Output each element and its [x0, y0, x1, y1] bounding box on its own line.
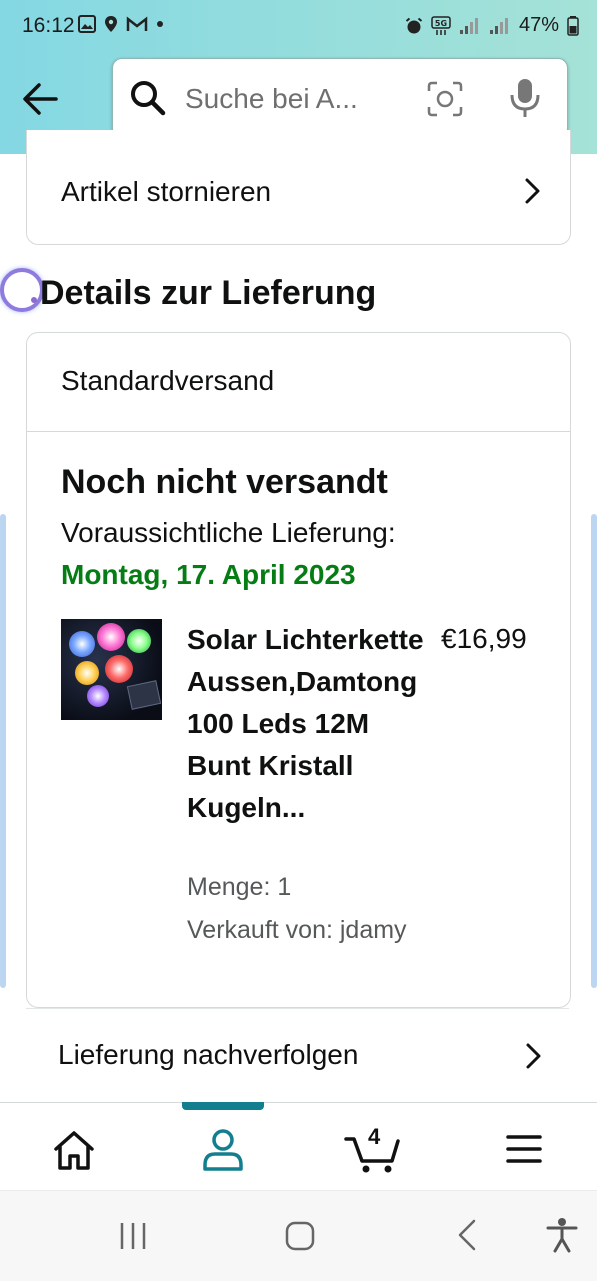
- solar-panel-shape: [126, 680, 162, 710]
- battery-percentage: 47%: [518, 14, 559, 36]
- camera-search-icon[interactable]: [426, 80, 464, 118]
- account-icon: [203, 1129, 243, 1171]
- system-navigation-bar: [0, 1190, 597, 1281]
- arrow-left-icon: [23, 83, 58, 115]
- signal-roaming-icon: [489, 17, 508, 34]
- divider: [27, 431, 570, 432]
- alarm-icon: [405, 17, 423, 33]
- location-icon: [105, 16, 117, 32]
- chevron-right-icon: [525, 178, 540, 204]
- nav-menu[interactable]: [494, 1125, 554, 1175]
- floating-assistant-bubble[interactable]: [0, 268, 44, 312]
- bulb-shape: [97, 623, 125, 651]
- shipment-status: Noch nicht versandt: [61, 463, 388, 501]
- bottom-navigation: [0, 1102, 597, 1191]
- bulb-shape: [75, 661, 99, 685]
- bulb-shape: [105, 655, 133, 683]
- gallery-icon: [78, 15, 96, 33]
- cancel-item-row[interactable]: Artikel stornieren: [26, 130, 571, 245]
- cart-count-badge: 4: [368, 1124, 381, 1149]
- product-price: €16,99: [441, 623, 527, 654]
- delivery-details-card: Standardversand Noch nicht versandt Vora…: [26, 332, 571, 1008]
- delivery-section-title: Details zur Lieferung: [40, 274, 377, 312]
- back-button[interactable]: [18, 76, 64, 122]
- status-system-icons: 5G 47%: [405, 14, 579, 37]
- search-input[interactable]: [183, 81, 402, 117]
- product-seller: Verkauft von: jdamy: [187, 916, 407, 944]
- track-delivery-label: Lieferung nachverfolgen: [58, 1039, 359, 1070]
- svg-text:5G: 5G: [435, 19, 447, 28]
- product-image[interactable]: [61, 619, 162, 720]
- system-back-icon[interactable]: [454, 1218, 482, 1252]
- nav-account[interactable]: [193, 1125, 253, 1175]
- accessibility-icon[interactable]: [545, 1217, 579, 1253]
- nav-home[interactable]: [44, 1125, 104, 1175]
- track-delivery-row[interactable]: Lieferung nachverfolgen: [26, 1008, 569, 1103]
- bulb-shape: [127, 629, 151, 653]
- bulb-shape: [69, 631, 95, 657]
- status-bar: 16:12 5G 47%: [0, 0, 597, 56]
- menu-icon: [506, 1135, 542, 1163]
- cancel-item-label: Artikel stornieren: [61, 176, 272, 207]
- recent-apps-icon[interactable]: [117, 1220, 149, 1252]
- battery-icon: [567, 15, 579, 36]
- assistant-dot: [31, 297, 37, 303]
- bulb-shape: [87, 685, 109, 707]
- microphone-icon[interactable]: [508, 77, 542, 119]
- home-button-icon[interactable]: [284, 1220, 316, 1252]
- nav-active-indicator: [182, 1102, 264, 1110]
- estimated-delivery-label: Voraussichtliche Lieferung:: [61, 517, 396, 548]
- edge-scroll-indicator-left: [0, 514, 6, 988]
- product-title[interactable]: Solar Lichterkette Aussen,Damtong 100 Le…: [187, 619, 437, 829]
- signal-icon: [459, 17, 478, 34]
- network-5g-icon: 5G: [431, 15, 451, 35]
- more-notifications-icon: [157, 21, 163, 27]
- search-icon: [131, 81, 166, 116]
- status-time: 16:12: [22, 14, 75, 37]
- edge-scroll-indicator-right: [591, 514, 597, 988]
- status-notification-icons: [78, 15, 164, 33]
- search-bar[interactable]: [112, 58, 568, 138]
- estimated-delivery-date: Montag, 17. April 2023: [61, 559, 356, 590]
- chevron-right-icon: [526, 1043, 541, 1069]
- gmail-icon: [126, 16, 148, 31]
- home-icon: [54, 1131, 94, 1170]
- shipping-method: Standardversand: [61, 365, 275, 396]
- product-quantity: Menge: 1: [187, 873, 292, 901]
